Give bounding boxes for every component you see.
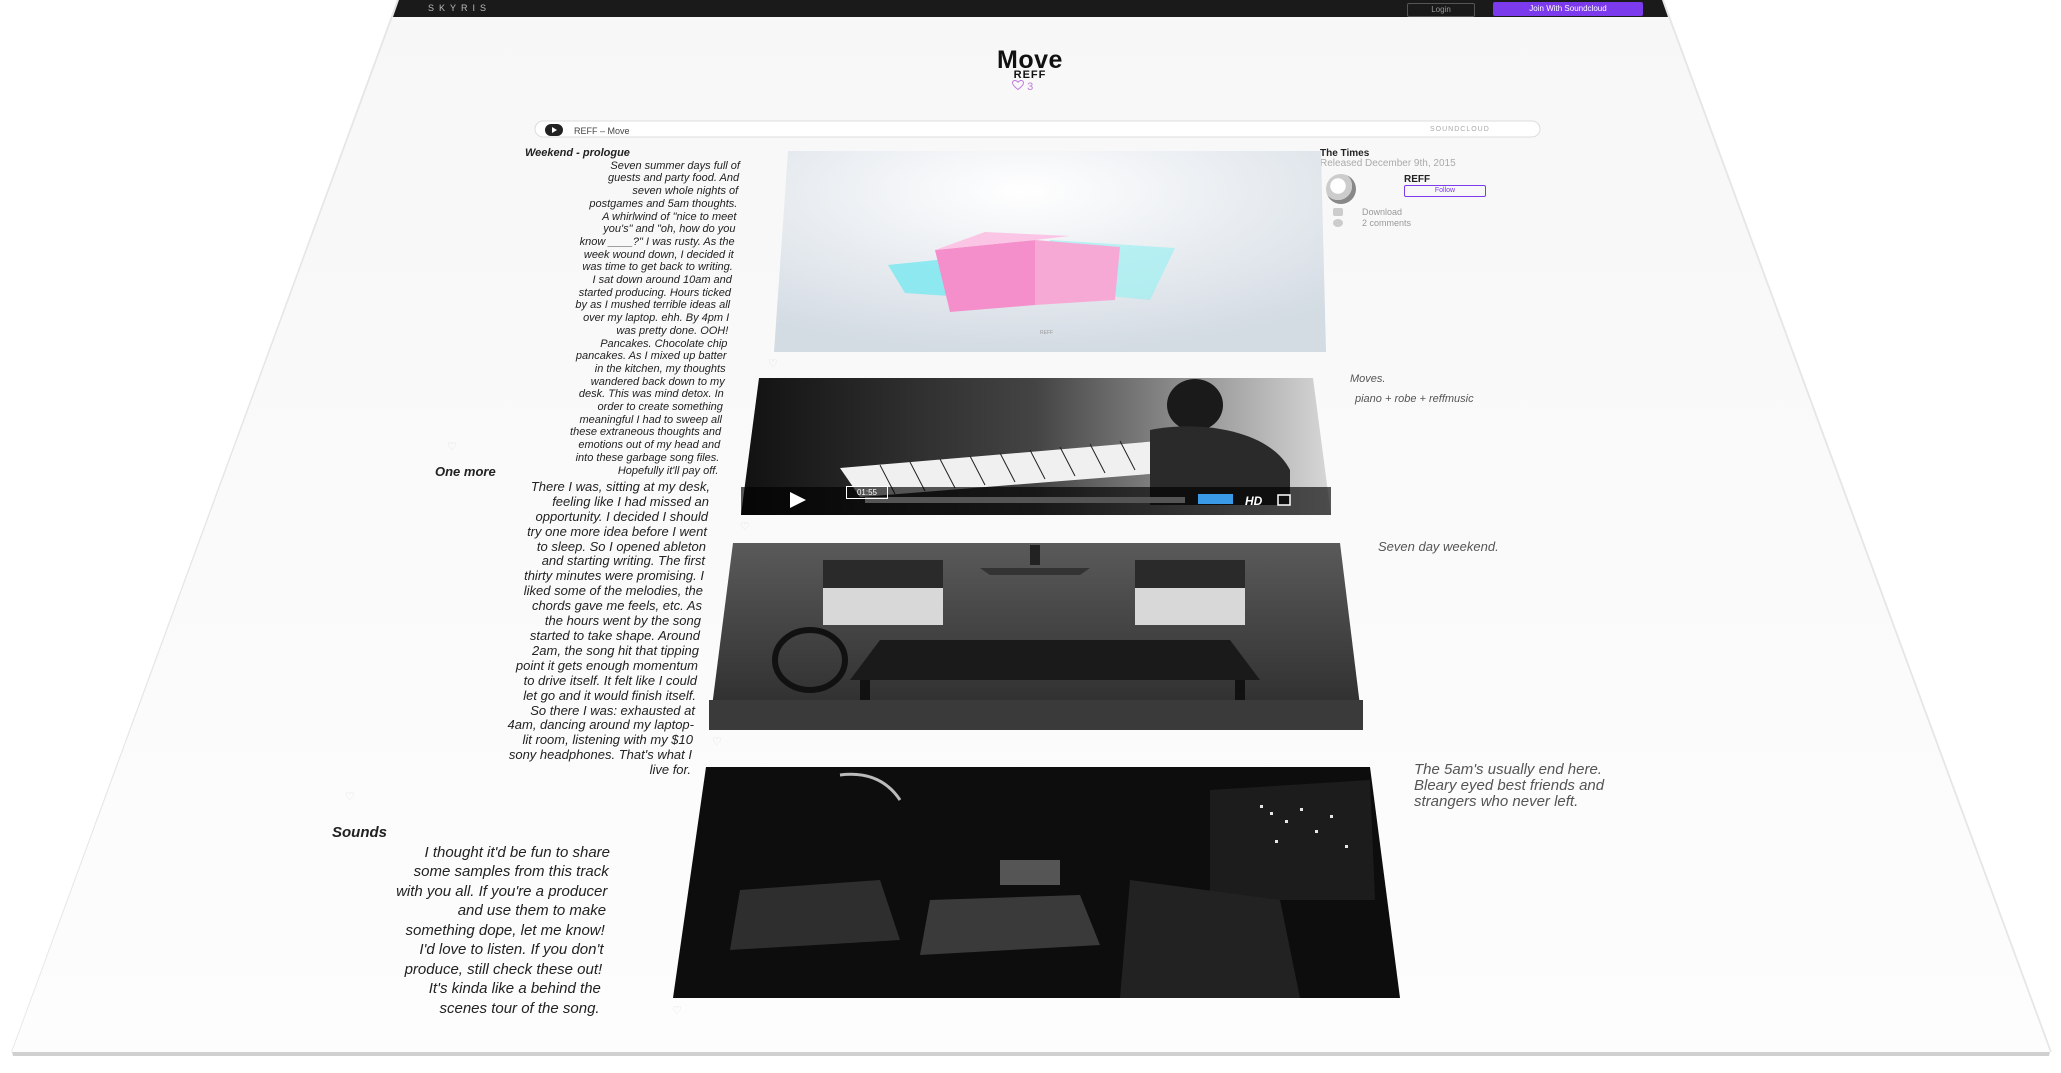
section-line: feeling like I had missed an [552, 493, 709, 509]
section-line: something dope, let me know! [405, 921, 605, 939]
caption-moves: Moves. [1350, 373, 1386, 385]
section-one-more: One more There I was, sitting at my desk… [380, 464, 710, 778]
play-button[interactable] [545, 124, 563, 136]
section-heading: Sounds [332, 824, 387, 841]
section-line: postgames and 5am thoughts. [589, 197, 738, 210]
section-line: desk. This was mind detox. In [578, 388, 724, 401]
section-line: lit room, listening with my $10 [522, 732, 693, 748]
section-line: So there I was: exhausted at [530, 702, 695, 718]
like-heart-icon[interactable]: ♡ [740, 520, 750, 533]
like-count: 3 [1027, 81, 1034, 93]
caption-line: strangers who never left. [1414, 793, 1579, 810]
section-line: I thought it'd be fun to share [424, 843, 611, 861]
section-line: some samples from this track [413, 863, 609, 880]
soundcloud-logo[interactable]: SOUNDCLOUD [1430, 126, 1490, 133]
join-soundcloud-button[interactable]: Join With Soundcloud [1493, 2, 1643, 16]
section-line: live for. [649, 762, 691, 778]
hd-toggle[interactable]: HD [1245, 494, 1262, 508]
section-line: with you all. If you're a producer [396, 882, 608, 900]
section-line: It's kinda like a behind the [428, 980, 601, 997]
brand-logo[interactable]: SKYRIS [428, 3, 491, 13]
section-line: in the kitchen, my thoughts [594, 362, 726, 375]
like-heart-icon[interactable]: ♡ [447, 440, 457, 453]
download-link[interactable]: Download [1362, 207, 1402, 217]
release-date: Released December 9th, 2015 [1320, 158, 1456, 169]
download-icon [1333, 208, 1343, 216]
section-line: try one more idea before I went [527, 523, 707, 539]
section-line: opportunity. I decided I should [535, 508, 709, 524]
section-line: thirty minutes were promising. I [524, 568, 704, 584]
section-line: to drive itself. It felt like I could [523, 672, 697, 688]
section-line: order to create something [597, 401, 723, 414]
follow-button[interactable]: Follow [1404, 185, 1486, 197]
section-heading: Weekend - prologue [525, 147, 630, 159]
like-heart-icon[interactable]: ♡ [768, 357, 778, 370]
section-line: point it gets enough momentum [515, 657, 698, 673]
section-weekend-prologue: Weekend - prologue Seven summer days ful… [440, 147, 740, 477]
section-line: 2am, the song hit that tipping [532, 642, 699, 658]
like-heart-icon[interactable]: ♡ [672, 1004, 682, 1017]
section-line: these extraneous thoughts and [570, 426, 722, 439]
video-time: 01:55 [846, 486, 888, 499]
section-line: scenes tour of the song. [439, 999, 600, 1017]
section-line: the hours went by the song [544, 613, 701, 629]
section-line: started producing. Hours ticked [578, 286, 731, 299]
section-line: and use them to make [457, 902, 607, 919]
section-line: and starting writing. The first [541, 553, 705, 569]
section-line: emotions out of my head and [578, 439, 721, 452]
avatar[interactable] [1326, 174, 1356, 204]
section-line: you's" and "oh, how do you [603, 223, 736, 236]
section-line: 4am, dancing around my laptop- [507, 717, 694, 733]
section-line: seven whole nights of [632, 185, 739, 198]
section-line: I sat down around 10am and [592, 274, 732, 287]
player-track-name: REFF – Move [574, 126, 630, 136]
section-line: I'd love to listen. If you don't [419, 941, 604, 958]
section-line: over my laptop. ehh. By 4pm I [583, 312, 730, 325]
section-line: Seven summer days full of [610, 159, 740, 172]
section-line: by as I mushed terrible ideas all [575, 299, 731, 312]
section-line: Pancakes. Chocolate chip [600, 337, 728, 350]
section-line: let go and it would finish itself. [523, 687, 696, 703]
section-heading: One more [435, 464, 496, 479]
login-button[interactable]: Login [1407, 3, 1475, 17]
caption-line: Bleary eyed best friends and [1414, 777, 1605, 794]
like-counter[interactable]: 3 [1012, 80, 1033, 93]
section-line: A whirlwind of "nice to meet [602, 210, 737, 223]
caption-line: The 5am's usually end here. [1414, 761, 1602, 778]
comments-link[interactable]: 2 comments [1362, 218, 1411, 228]
section-line: into these garbage song files. [575, 451, 720, 464]
section-sounds: Sounds I thought it'd be fun to share som… [270, 823, 610, 1018]
sidebar-artist-name[interactable]: REFF [1404, 174, 1430, 185]
section-line: wandered back down to my [590, 375, 725, 388]
heart-icon[interactable] [1012, 80, 1024, 90]
section-line: pancakes. As I mixed up batter [575, 350, 727, 363]
section-line: know ____?" I was rusty. As the [579, 235, 735, 248]
section-line: produce, still check these out! [404, 960, 603, 978]
section-line: started to take shape. Around [529, 627, 700, 643]
caption-5am: The 5am's usually end here. Bleary eyed … [1414, 762, 1604, 810]
section-line: chords gave me feels, etc. As [531, 598, 702, 614]
section-line: week wound down, I decided it [583, 248, 734, 261]
comment-icon [1333, 219, 1343, 227]
section-line: liked some of the melodies, the [523, 583, 703, 599]
section-line: sony headphones. That's what I [508, 747, 692, 763]
section-line: was pretty done. OOH! [616, 324, 729, 337]
caption-seven-day: Seven day weekend. [1378, 539, 1499, 554]
section-line: to sleep. So I opened ableton [536, 538, 706, 554]
like-heart-icon[interactable]: ♡ [712, 735, 722, 748]
section-line: meaningful I had to sweep all [579, 413, 722, 426]
section-line: was time to get back to writing. [582, 261, 733, 274]
like-heart-icon[interactable]: ♡ [345, 790, 355, 803]
section-line: There I was, sitting at my desk, [530, 478, 710, 494]
section-line: guests and party food. And [608, 172, 740, 185]
caption-credits: piano + robe + reffmusic [1355, 393, 1474, 405]
